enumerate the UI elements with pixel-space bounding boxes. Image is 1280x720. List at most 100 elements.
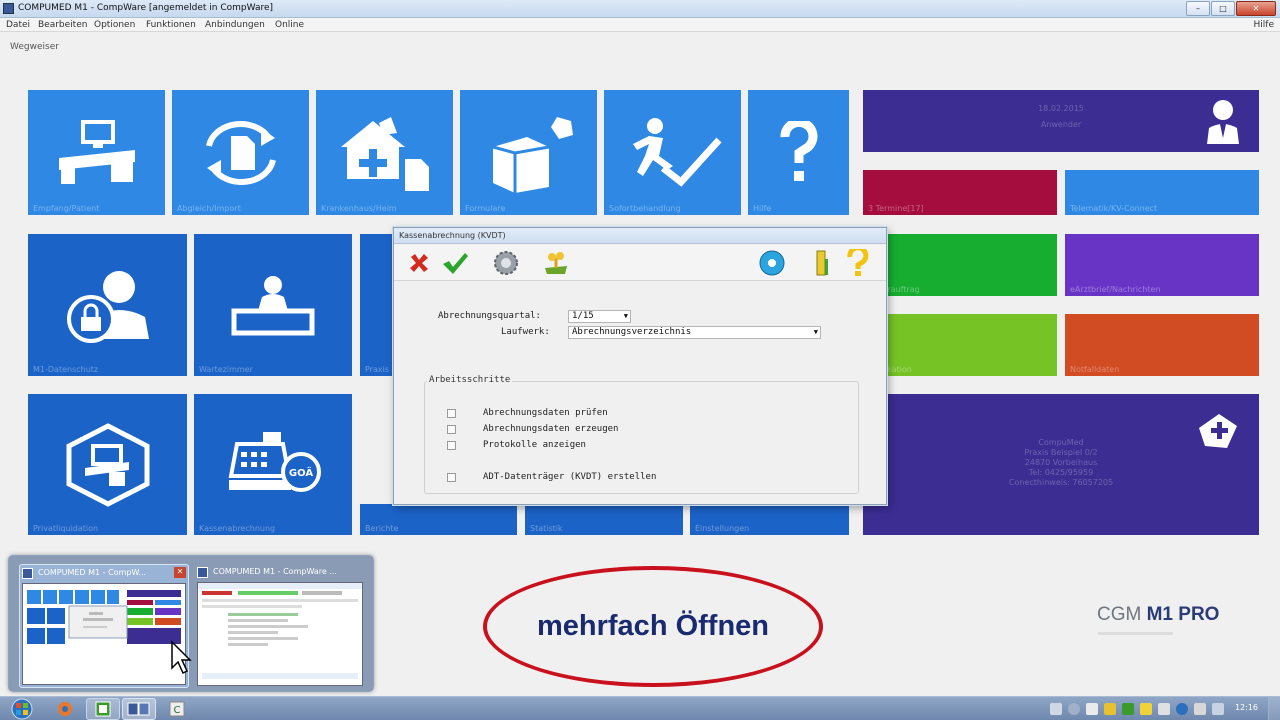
disc-button[interactable] [756, 247, 788, 279]
tile-berichte[interactable]: Berichte [360, 504, 517, 535]
info-button[interactable] [806, 247, 838, 279]
tile-kassenabrechnung[interactable]: GOÄ Kassenabrechnung [194, 394, 352, 535]
step-checkbox-protokolle[interactable] [447, 441, 456, 450]
brand-underline [1098, 632, 1173, 635]
tray-icon[interactable] [1194, 703, 1206, 715]
step-label: Abrechnungsdaten erzeugen [483, 424, 619, 434]
menu-bearbeiten[interactable]: Bearbeiten [38, 18, 87, 32]
hospital-card-icon [1199, 414, 1237, 448]
tile-label: Wartezimmer [199, 365, 253, 374]
tray-icon[interactable] [1050, 703, 1062, 715]
taskbar-app-c-button[interactable]: C [160, 698, 194, 720]
close-button[interactable]: ✕ [1236, 1, 1276, 16]
doctor-user-icon [1207, 100, 1239, 144]
minimize-button[interactable]: – [1186, 1, 1210, 16]
group-label: Arbeitsschritte [427, 375, 513, 385]
mini-patient-preview [198, 583, 362, 679]
tile-labor[interactable]: Laborauftrag [863, 234, 1057, 296]
tile-datenschutz[interactable]: M1-Datenschutz [28, 234, 187, 376]
tile-wartezimmer[interactable]: Wartezimmer [194, 234, 352, 376]
tray-icon[interactable] [1140, 703, 1152, 715]
annotation-ellipse: mehrfach Öffnen [483, 566, 823, 687]
quartal-select[interactable]: 1/15 ▼ [568, 310, 631, 323]
menu-online[interactable]: Online [275, 18, 304, 32]
tile-telematik[interactable]: Telematik/KV-Connect [1065, 170, 1259, 215]
tile-privatliquidation[interactable]: Privatliquidation [28, 394, 187, 535]
tile-medikation[interactable]: Medikation [863, 314, 1057, 376]
tray-icon[interactable] [1104, 703, 1116, 715]
mini-dashboard-preview [27, 590, 181, 644]
speaker-icon[interactable] [1212, 703, 1224, 715]
dialog-title: Kassenabrechnung (KVDT) [394, 228, 886, 244]
tile-praxis[interactable]: Praxis [360, 234, 394, 376]
wegweiser-label: Wegweiser [10, 42, 59, 52]
tile-label: Berichte [365, 524, 399, 533]
tile-label: Telematik/KV-Connect [1070, 204, 1158, 213]
red-x-icon [410, 254, 428, 272]
maximize-button[interactable]: □ [1211, 1, 1235, 16]
tile-hilfe[interactable]: Hilfe [748, 90, 849, 215]
menu-hilfe[interactable]: Hilfe [1254, 18, 1274, 32]
menu-funktionen[interactable]: Funktionen [146, 18, 196, 32]
show-desktop-button[interactable] [1268, 697, 1280, 720]
browser-icon [58, 702, 72, 716]
menu-optionen[interactable]: Optionen [94, 18, 135, 32]
tile-label: Praxis [365, 365, 389, 374]
thumbnail-window-1[interactable]: COMPUMED M1 - CompW... ✕ [19, 564, 189, 688]
tile-user-info[interactable]: 18.02.2015 Anwender [863, 90, 1259, 152]
brand-logo: CGM M1 PRO [1097, 604, 1219, 626]
tray-icon[interactable] [1086, 703, 1098, 715]
settings-button[interactable] [490, 247, 522, 279]
windows-taskbar: C 12:16 [0, 696, 1280, 720]
tile-einstellungen[interactable]: Einstellungen [690, 504, 849, 535]
tile-label: Sofortbehandlung [609, 204, 681, 213]
tile-label: Einstellungen [695, 524, 750, 533]
tile-krankenhaus[interactable]: Krankenhaus/Heim [316, 90, 453, 215]
plant-button[interactable] [540, 247, 572, 279]
thumbnail-window-2[interactable]: COMPUMED M1 - CompWare ... [195, 564, 365, 688]
app-icon [3, 3, 14, 14]
taskbar-compumed-button[interactable] [122, 698, 156, 720]
tile-empfang[interactable]: Empfang/Patient [28, 90, 165, 215]
tile-label: Hilfe [753, 204, 772, 213]
step-checkbox-pruefen[interactable] [447, 409, 456, 418]
thumbnail-close-button[interactable]: ✕ [174, 567, 186, 578]
help-button[interactable] [842, 247, 874, 279]
taskbar-app-green-button[interactable] [86, 698, 120, 720]
step-checkbox-erzeugen[interactable] [447, 425, 456, 434]
kassenabrechnung-dialog: Kassenabrechnung (KVDT) Abrechnungsquart… [393, 227, 887, 505]
cancel-button[interactable] [403, 247, 435, 279]
window-title: COMPUMED M1 - CompWare [angemeldet in Co… [18, 3, 274, 13]
user-lock-icon [66, 271, 149, 343]
menu-anbindungen[interactable]: Anbindungen [205, 18, 265, 32]
annotation-text: mehrfach Öffnen [536, 610, 770, 642]
tile-label: Statistik [530, 524, 563, 533]
step-checkbox-datentraeger[interactable] [447, 473, 456, 482]
tile-abgleich[interactable]: Abgleich/Import [172, 90, 309, 215]
dropdown-arrow-icon: ▼ [623, 312, 628, 320]
laufwerk-select[interactable]: Abrechnungsverzeichnis ▼ [568, 326, 821, 339]
tile-notfalldaten[interactable]: Notfalldaten [1065, 314, 1259, 376]
tile-statistik[interactable]: Statistik [525, 504, 683, 535]
tray-icon[interactable] [1158, 703, 1170, 715]
yellow-question-icon [847, 249, 869, 276]
menu-datei[interactable]: Datei [6, 18, 30, 32]
taskbar-clock[interactable]: 12:16 [1235, 703, 1258, 712]
tray-icon[interactable] [1068, 703, 1080, 715]
cd-disc-icon [759, 250, 785, 276]
ok-button[interactable] [439, 247, 471, 279]
window-title-bar: COMPUMED M1 - CompWare [angemeldet in Co… [0, 0, 1280, 18]
start-button[interactable] [5, 697, 39, 720]
tile-label: 3 Termine[17] [868, 204, 924, 213]
tile-praxis-info[interactable]: CompuMed Praxis Beispiel 0/2 24870 Vorbe… [863, 394, 1259, 535]
tile-sofortbehandlung[interactable]: Sofortbehandlung [604, 90, 741, 215]
tile-termine[interactable]: 3 Termine[17] [863, 170, 1057, 215]
compumed-app-icon [127, 702, 150, 716]
tray-icon[interactable] [1122, 703, 1134, 715]
tile-arztbrief[interactable]: eArztbrief/Nachrichten [1065, 234, 1259, 296]
tile-formulare[interactable]: Formulare [460, 90, 597, 215]
windows-logo-icon [11, 698, 33, 720]
tray-icon[interactable] [1176, 703, 1188, 715]
user-name: Anwender [1040, 120, 1082, 129]
taskbar-browser-button[interactable] [48, 698, 82, 720]
